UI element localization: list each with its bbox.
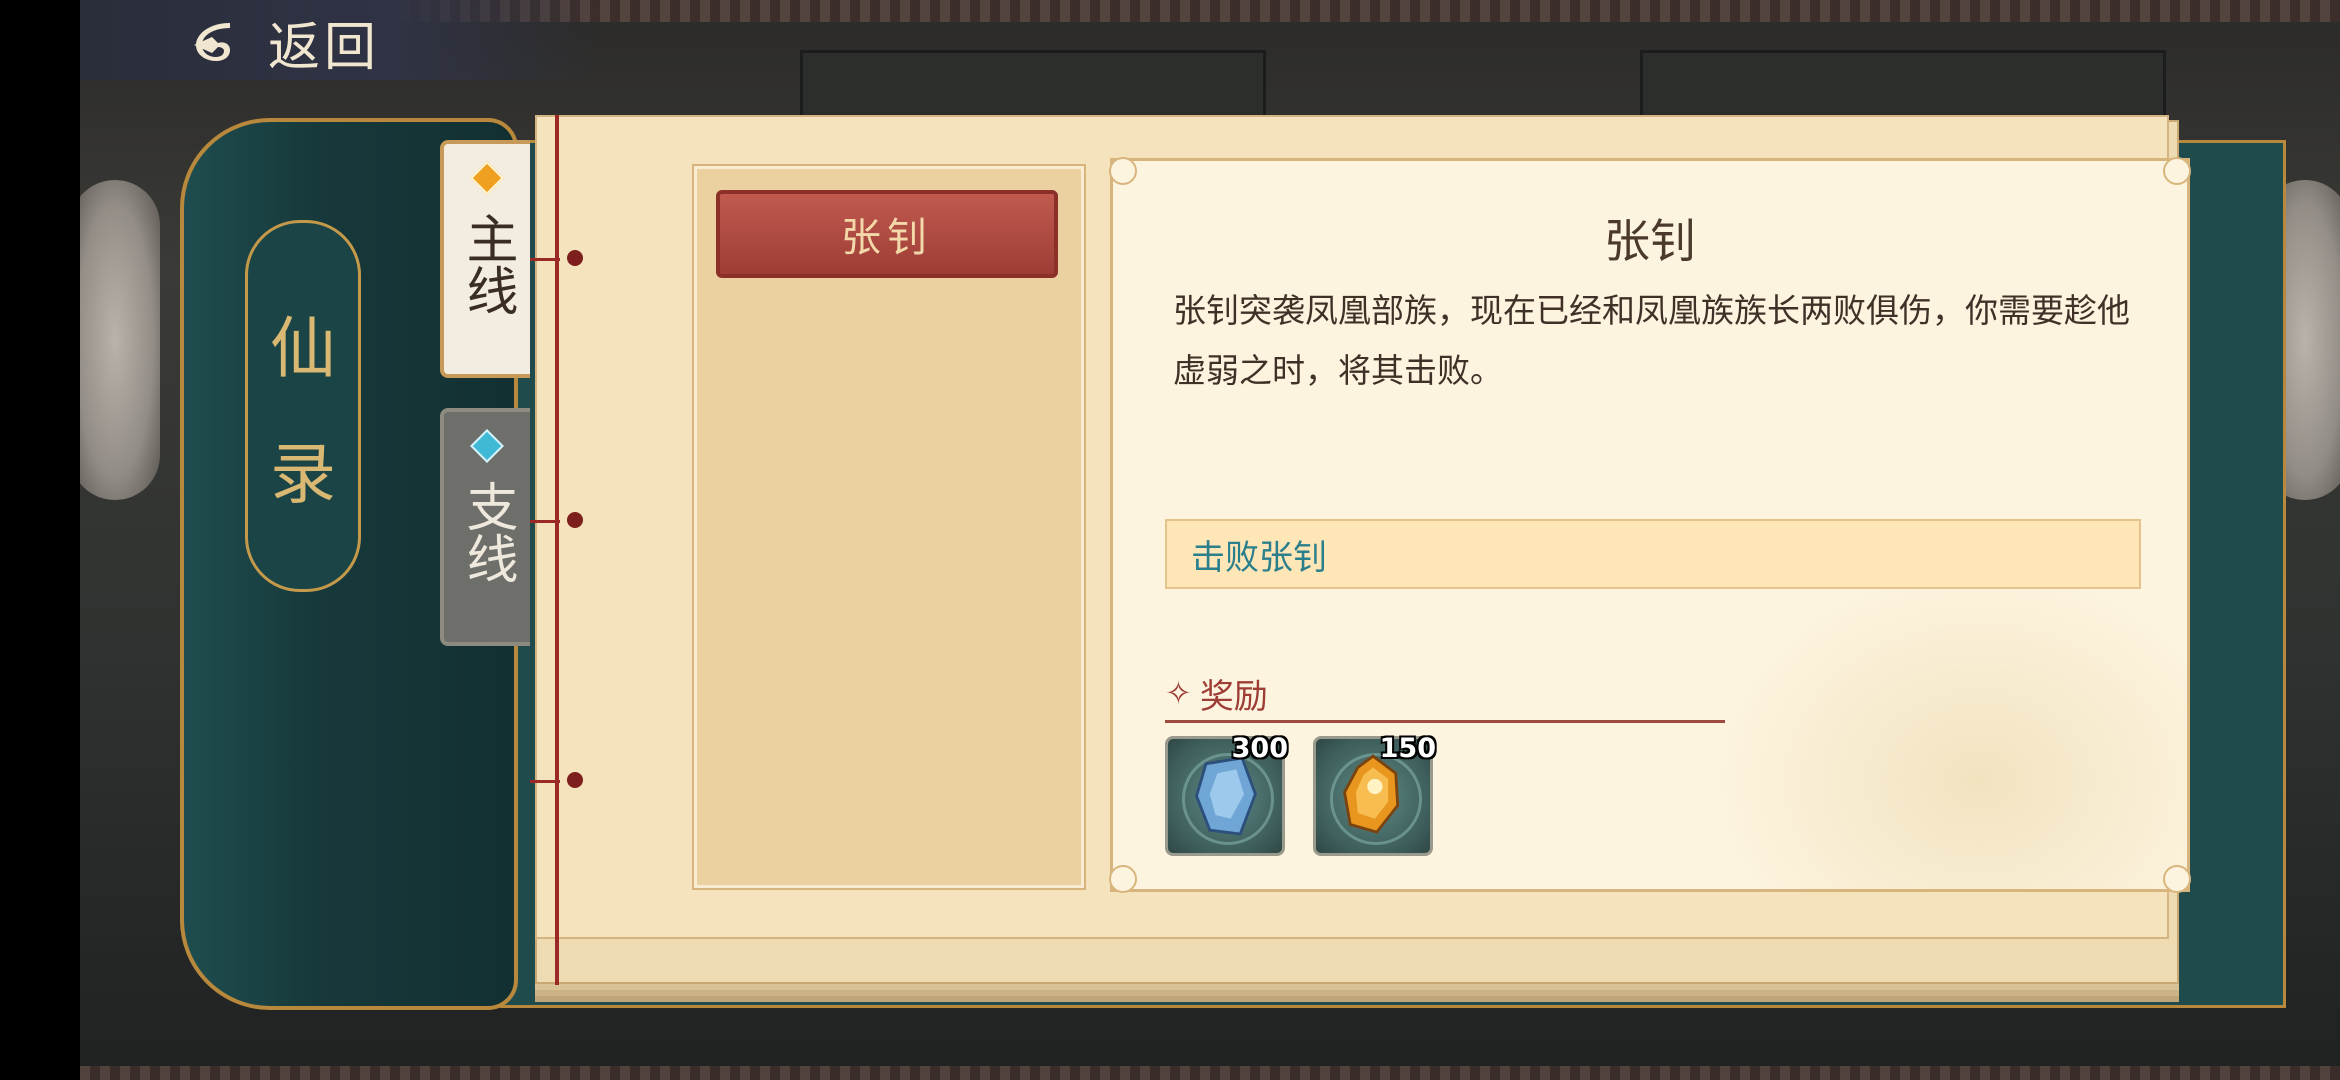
binding-thread [530,520,560,523]
quest-detail-panel: 张钊 张钊突袭凤凰部族，现在已经和凤凰族族长两败俱伤，你需要趁他虚弱之时，将其击… [1109,157,2191,893]
quest-title: 张钊 [1604,214,1696,268]
item-count: 300 [1231,733,1288,764]
corner-ornament [2163,865,2191,893]
tab-main-quest[interactable]: 主线 [440,140,530,378]
reward-item[interactable]: 300 [1165,733,1288,856]
diamond-marker-icon [470,429,504,463]
binding-thread [530,780,560,783]
diamond-marker-icon [470,161,504,195]
tab-label: 支线 [457,480,517,584]
book-title-char: 仙 [270,310,336,387]
corner-ornament [2163,157,2191,185]
objective-text: 击败张钊 [1191,537,1327,578]
reward-item[interactable]: 150 [1313,733,1436,856]
quest-description: 张钊突袭凤凰部族，现在已经和凤凰族族长两败俱伤，你需要趁他虚弱之时，将其击败。 [1173,291,2130,390]
back-arrow-icon [194,23,230,61]
item-count: 150 [1379,733,1436,764]
back-label: 返回 [268,17,381,78]
back-button[interactable]: 返回 [190,10,380,78]
reward-header: ✧ 奖励 [1165,666,1725,723]
bottom-border [80,1066,2340,1080]
binding-knot [567,250,583,266]
binding-knot [567,512,583,528]
quest-objective: 击败张钊 [1165,519,2141,589]
tab-side-quest[interactable]: 支线 [440,408,530,646]
quest-list-item-label: 张钊 [841,215,933,261]
book-title-char: 录 [270,436,336,513]
quest-list-item[interactable]: 张钊 [716,190,1058,278]
lantern-left [80,180,160,500]
corner-ornament [1109,157,1137,185]
sparkle-icon: ✧ [1165,674,1192,712]
book-title-plaque: 仙 录 [245,220,361,592]
game-scene: 返回 仙 录 主线 支线 张钊 张钊 张钊突袭凤凰部族，现在已经和凤凰族族长两败… [80,0,2340,1080]
tab-label: 主线 [457,212,517,316]
corner-ornament [1109,865,1137,893]
binding-thread [555,115,559,985]
binding-thread [530,258,560,261]
reward-label: 奖励 [1199,676,1268,717]
binding-knot [567,772,583,788]
